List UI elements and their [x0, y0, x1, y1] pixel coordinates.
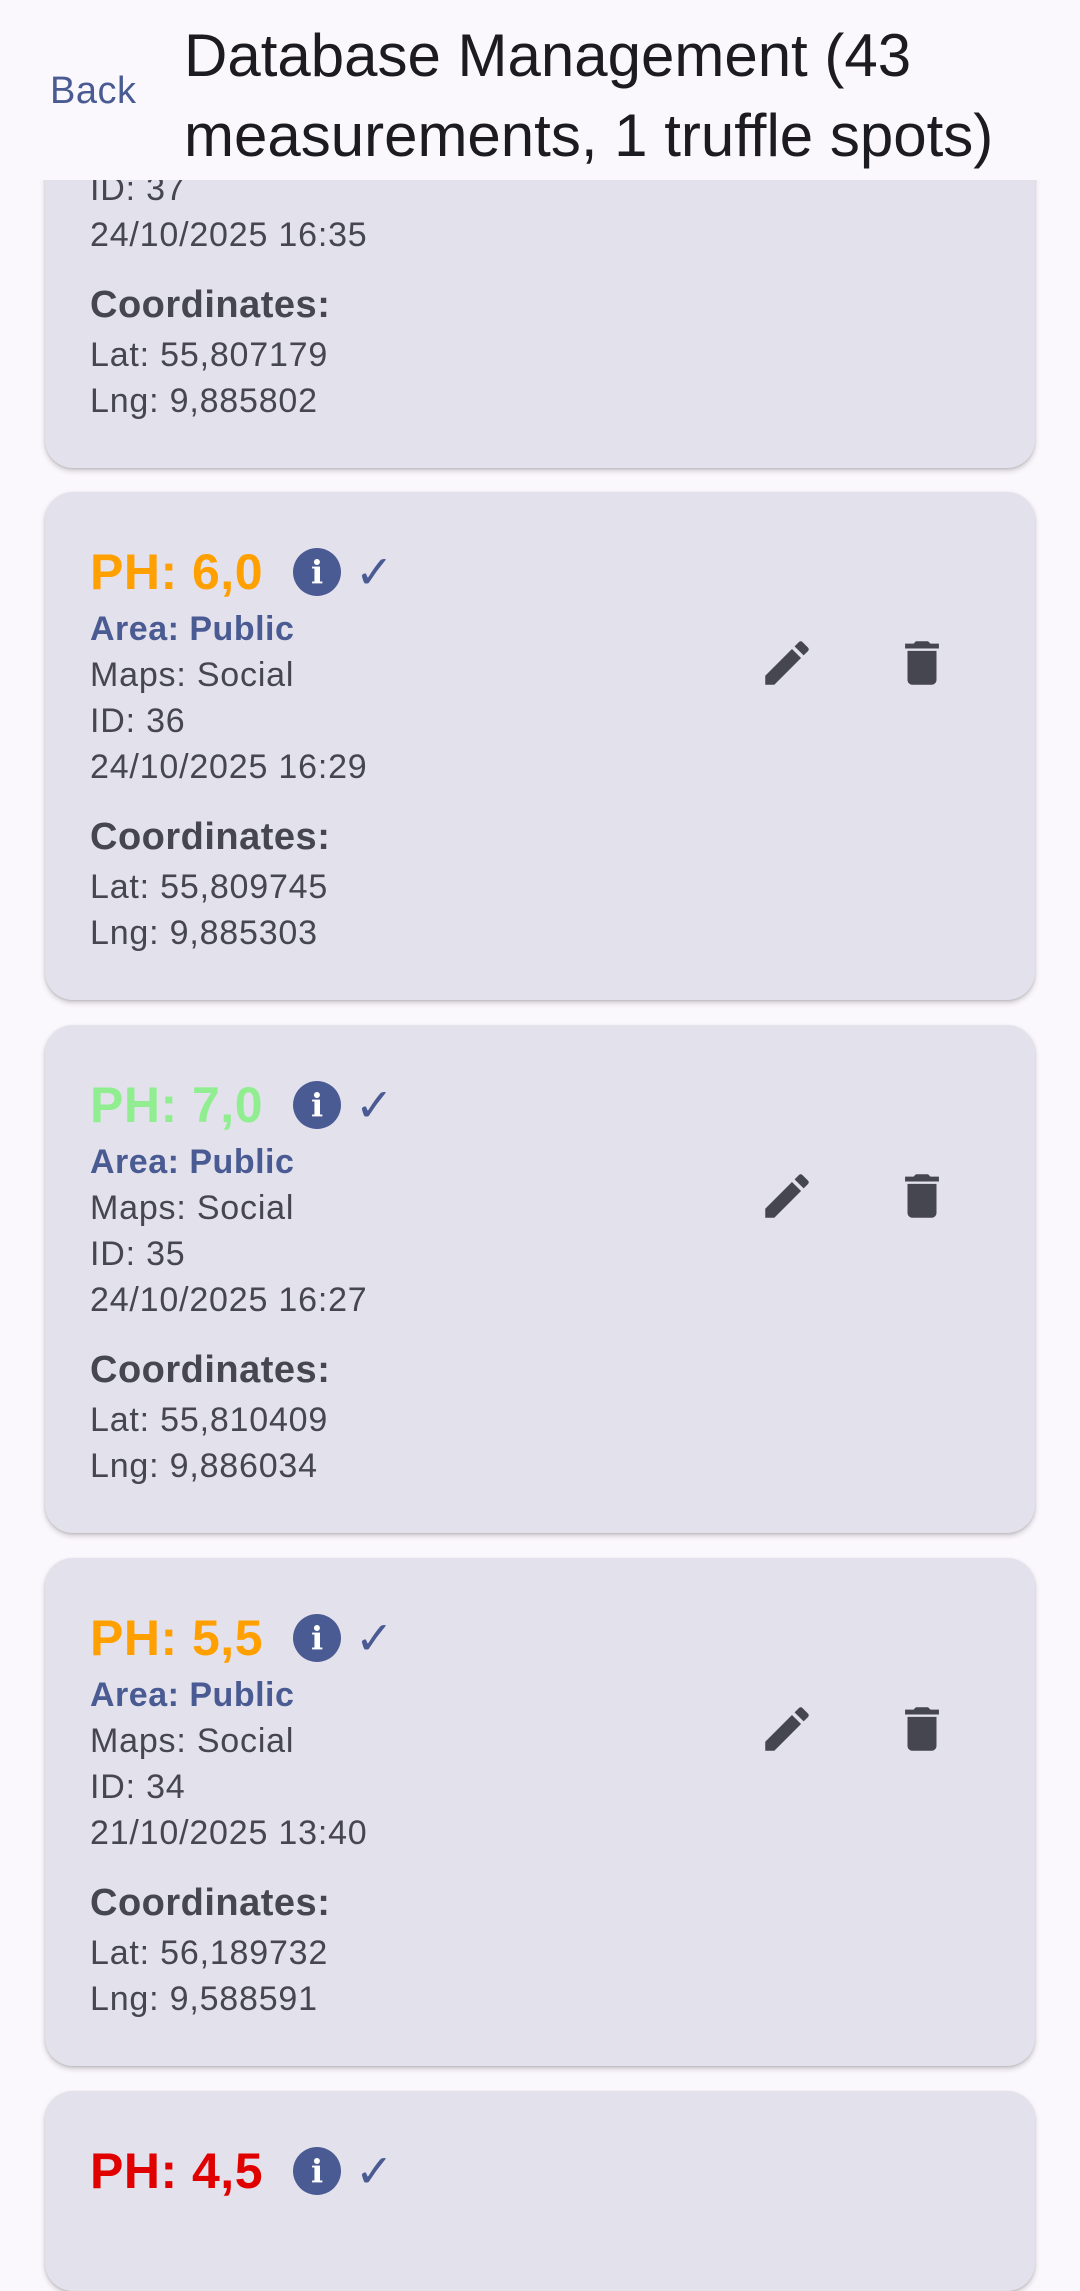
- ph-value: PH: 5,5: [90, 1610, 264, 1666]
- check-icon: ✓: [355, 545, 394, 599]
- measurement-card: PH: 5,5 i ✓ Area: Public Maps: Social ID…: [45, 1558, 1035, 2066]
- coordinates-heading: Coordinates:: [90, 1882, 331, 1924]
- area-label: Area: Public: [90, 1143, 295, 1181]
- top-app-bar: Back Database Management (43 measurement…: [0, 0, 1080, 180]
- info-icon[interactable]: i: [293, 1081, 342, 1129]
- ph-value: PH: 4,5: [90, 2143, 264, 2199]
- measurement-id: ID: 34: [90, 1768, 186, 1806]
- longitude: Lng: 9,885802: [90, 382, 318, 420]
- check-icon: ✓: [355, 2144, 394, 2198]
- edit-button[interactable]: [752, 1694, 822, 1764]
- check-icon: ✓: [355, 1078, 394, 1132]
- ph-row: PH: 4,5 i ✓: [90, 2141, 394, 2201]
- trash-icon: [905, 1174, 939, 1218]
- measurement-card: PH: 6,0 i ✓ Area: Public Maps: Social ID…: [45, 492, 1035, 1000]
- maps-label: Maps: Social: [90, 1722, 295, 1760]
- area-label: Area: Public: [90, 610, 295, 648]
- maps-label: Maps: Social: [90, 1189, 295, 1227]
- delete-button[interactable]: [887, 1161, 957, 1231]
- page-title: Database Management (43 measurements, 1 …: [184, 22, 994, 169]
- measurement-timestamp: 24/10/2025 16:35: [90, 216, 368, 254]
- ph-value: PH: 7,0: [90, 1077, 264, 1133]
- ph-row: PH: 5,5 i ✓: [90, 1608, 394, 1668]
- edit-button[interactable]: [752, 1161, 822, 1231]
- coordinates-heading: Coordinates:: [90, 284, 331, 326]
- ph-value: PH: 6,0: [90, 544, 264, 600]
- pencil-icon: [765, 1707, 809, 1751]
- latitude: Lat: 56,189732: [90, 1934, 329, 1972]
- back-button[interactable]: Back: [50, 70, 136, 113]
- pencil-icon: [765, 1174, 809, 1218]
- longitude: Lng: 9,886034: [90, 1447, 318, 1485]
- measurement-timestamp: 24/10/2025 16:27: [90, 1281, 368, 1319]
- measurement-card: PH: 4,5 i ✓: [45, 2091, 1035, 2291]
- maps-label: Maps: Social: [90, 656, 295, 694]
- trash-icon: [905, 1707, 939, 1751]
- latitude: Lat: 55,810409: [90, 1401, 329, 1439]
- latitude: Lat: 55,809745: [90, 868, 329, 906]
- measurement-id: ID: 35: [90, 1235, 186, 1273]
- measurement-timestamp: 24/10/2025 16:29: [90, 748, 368, 786]
- info-icon[interactable]: i: [293, 548, 342, 596]
- measurement-timestamp: 21/10/2025 13:40: [90, 1814, 368, 1852]
- edit-button[interactable]: [752, 628, 822, 698]
- ph-row: PH: 7,0 i ✓: [90, 1075, 394, 1135]
- delete-button[interactable]: [887, 1694, 957, 1764]
- latitude: Lat: 55,807179: [90, 336, 329, 374]
- coordinates-heading: Coordinates:: [90, 816, 331, 858]
- longitude: Lng: 9,588591: [90, 1980, 318, 2018]
- measurement-id: ID: 36: [90, 702, 186, 740]
- delete-button[interactable]: [887, 628, 957, 698]
- check-icon: ✓: [355, 1611, 394, 1665]
- measurement-card: PH: 7,0 i ✓ Area: Public Maps: Social ID…: [45, 1025, 1035, 1533]
- area-label: Area: Public: [90, 1676, 295, 1714]
- pencil-icon: [765, 641, 809, 685]
- trash-icon: [905, 641, 939, 685]
- coordinates-heading: Coordinates:: [90, 1349, 331, 1391]
- ph-row: PH: 6,0 i ✓: [90, 542, 394, 602]
- info-icon[interactable]: i: [293, 1614, 342, 1662]
- longitude: Lng: 9,885303: [90, 914, 318, 952]
